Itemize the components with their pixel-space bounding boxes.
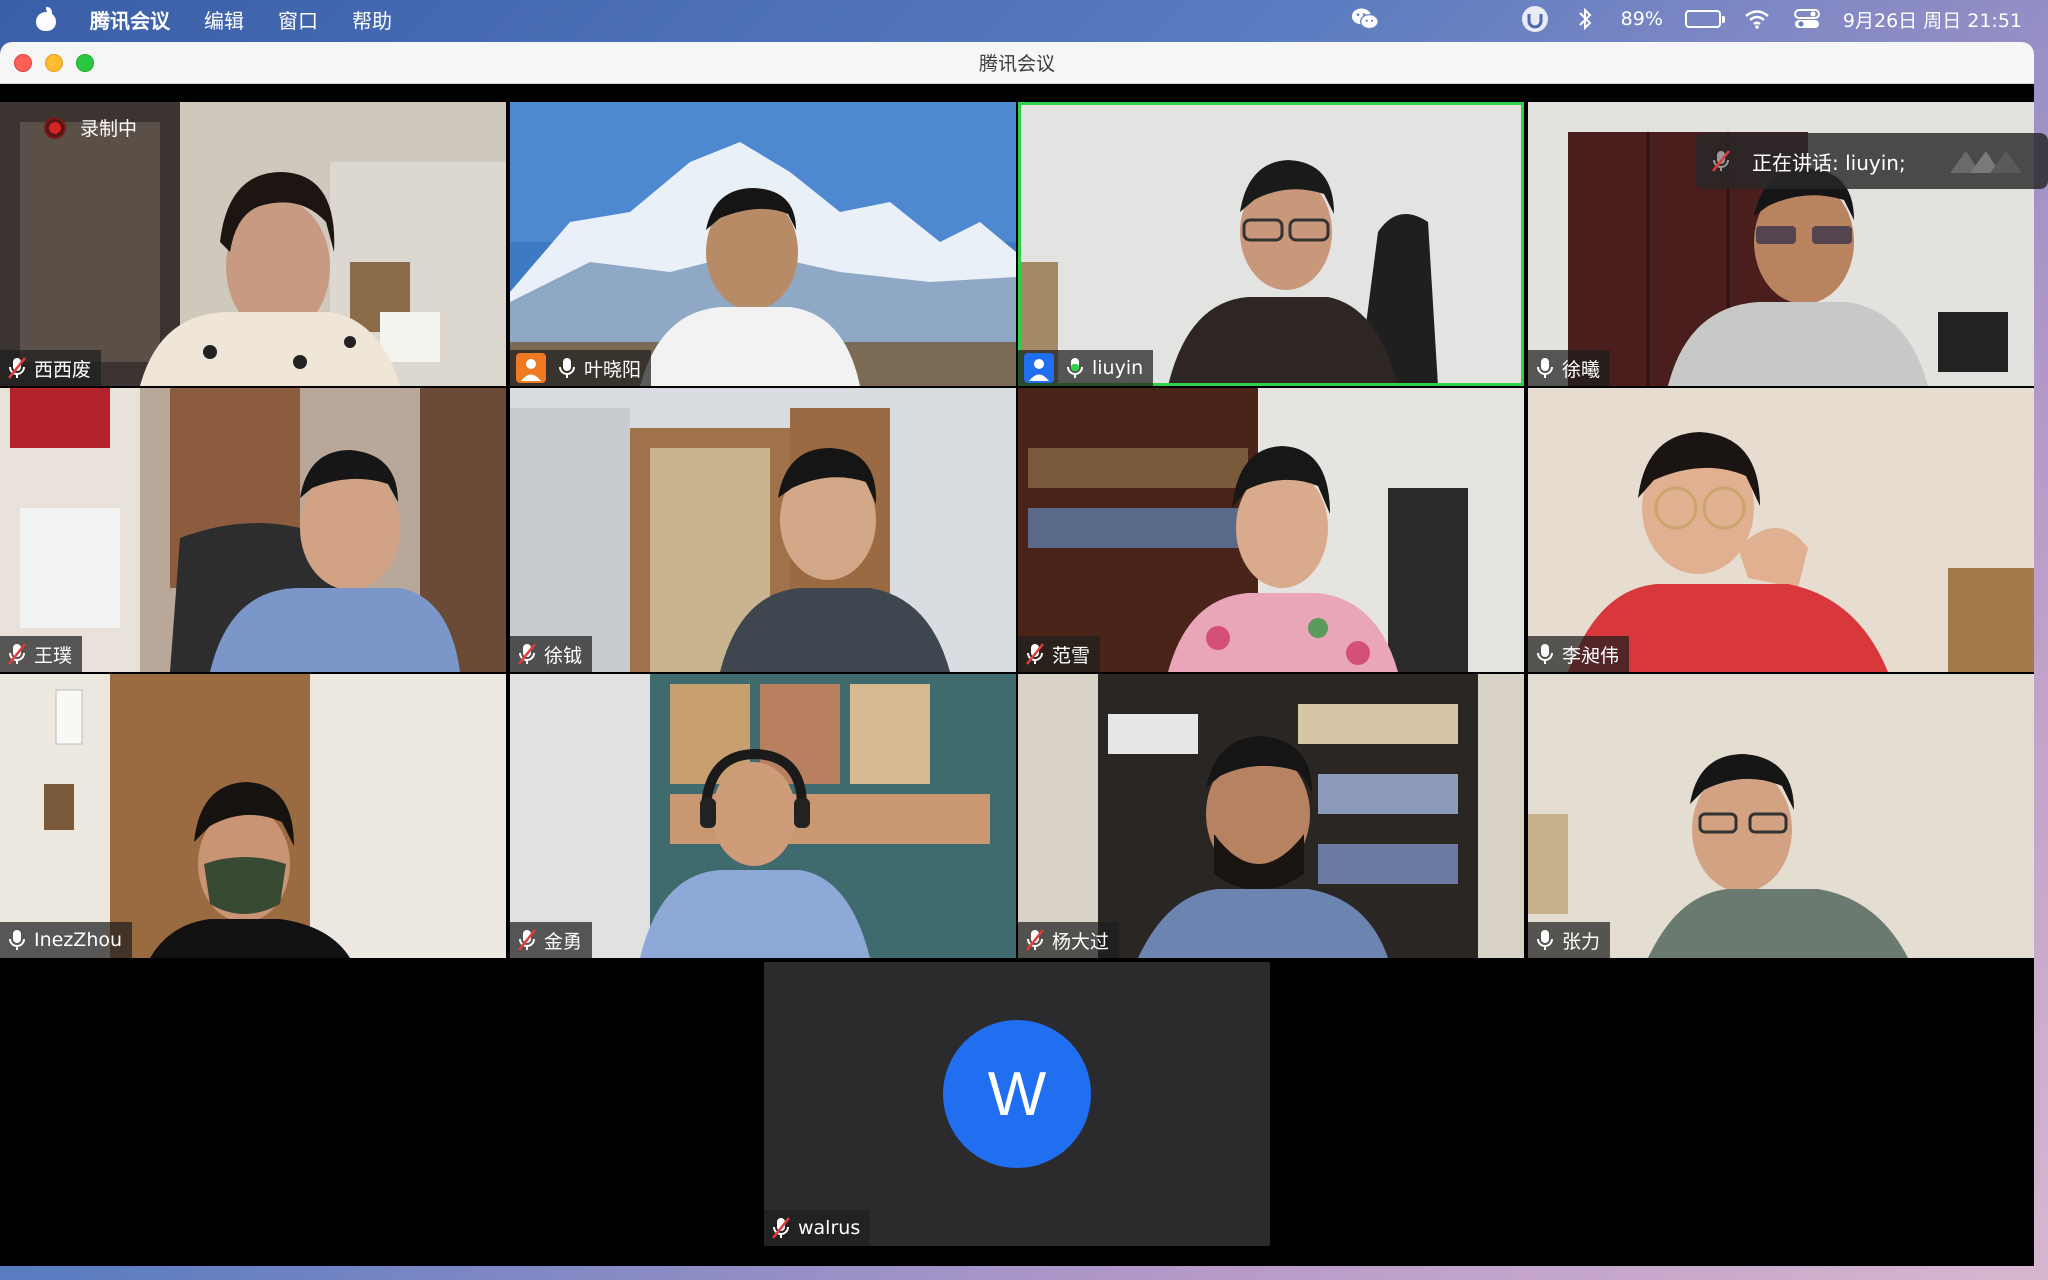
participant-label: 徐钺 bbox=[510, 636, 593, 672]
participant-label: 金勇 bbox=[510, 922, 593, 958]
participant-name: 王璞 bbox=[34, 644, 73, 667]
video-feed bbox=[1528, 388, 2034, 672]
meeting-status-icon[interactable] bbox=[1521, 6, 1549, 32]
recording-icon bbox=[44, 116, 66, 139]
menu-app-name[interactable]: 腾讯会议 bbox=[90, 5, 170, 34]
participant-name: 徐曦 bbox=[1562, 358, 1601, 381]
video-tile-wangpu[interactable]: 王璞 bbox=[0, 388, 506, 672]
video-feed bbox=[0, 388, 506, 672]
avatar-badge-icon bbox=[516, 353, 546, 383]
participant-name: 张力 bbox=[1562, 930, 1601, 953]
video-feed bbox=[510, 388, 1016, 672]
video-feed bbox=[510, 102, 1016, 386]
mic-muted-icon bbox=[1024, 928, 1046, 952]
close-window-button[interactable] bbox=[14, 54, 32, 72]
avatar-badge-icon bbox=[1024, 353, 1054, 383]
mic-muted-icon bbox=[6, 356, 28, 380]
participant-name: InezZhou bbox=[34, 929, 123, 951]
participant-label: 张力 bbox=[1528, 922, 1611, 958]
video-feed bbox=[0, 674, 506, 958]
participant-name: 徐钺 bbox=[544, 644, 583, 667]
participant-label: 叶晓阳 bbox=[510, 350, 652, 386]
participant-label: walrus bbox=[764, 1210, 871, 1246]
minimize-window-button[interactable] bbox=[45, 54, 63, 72]
mic-icon bbox=[1534, 928, 1556, 952]
control-center-icon[interactable] bbox=[1793, 7, 1821, 31]
mic-muted-icon bbox=[516, 928, 538, 952]
menu-window[interactable]: 窗口 bbox=[278, 5, 318, 34]
participant-name: 范雪 bbox=[1052, 644, 1091, 667]
participant-label: 徐曦 bbox=[1528, 350, 1611, 386]
participant-label: 李昶伟 bbox=[1528, 636, 1630, 672]
mic-icon bbox=[1534, 356, 1556, 380]
video-feed bbox=[1018, 388, 1524, 672]
video-tile-lichangwei[interactable]: 李昶伟 bbox=[1528, 388, 2034, 672]
maximize-window-button[interactable] bbox=[76, 54, 94, 72]
mic-icon bbox=[1534, 642, 1556, 666]
participant-label: 范雪 bbox=[1018, 636, 1101, 672]
participant-label: InezZhou bbox=[0, 922, 133, 958]
participant-name: 金勇 bbox=[544, 930, 583, 953]
mic-muted-icon bbox=[6, 642, 28, 666]
participant-name: walrus bbox=[798, 1217, 861, 1239]
video-feed bbox=[1018, 674, 1524, 958]
window-title: 腾讯会议 bbox=[978, 53, 1055, 75]
recording-label: 录制中 bbox=[80, 118, 138, 140]
menu-edit[interactable]: 编辑 bbox=[204, 5, 244, 34]
video-tile-inezzhou[interactable]: InezZhou bbox=[0, 674, 506, 958]
mic-muted-icon bbox=[770, 1216, 792, 1240]
menu-bar: 腾讯会议 编辑 窗口 帮助 89% 9月26日 周日 21:51 bbox=[0, 0, 2048, 38]
battery-icon[interactable] bbox=[1684, 10, 1725, 28]
tencent-meeting-logo-icon bbox=[1950, 151, 2022, 173]
participant-name: 李昶伟 bbox=[1562, 644, 1620, 667]
mic-icon bbox=[6, 928, 28, 952]
battery-percent: 89% bbox=[1620, 8, 1663, 30]
bluetooth-icon[interactable] bbox=[1571, 7, 1599, 31]
video-tile-liuyin[interactable]: liuyin bbox=[1018, 102, 1524, 386]
video-tile-jinyong[interactable]: 金勇 bbox=[510, 674, 1016, 958]
mic-muted-icon bbox=[516, 642, 538, 666]
clock[interactable]: 9月26日 周日 21:51 bbox=[1843, 6, 2022, 33]
menu-help[interactable]: 帮助 bbox=[352, 5, 392, 34]
participant-name: 西西废 bbox=[34, 358, 92, 381]
wechat-icon[interactable] bbox=[1351, 7, 1379, 31]
recording-indicator[interactable]: 录制中 bbox=[44, 114, 137, 141]
participant-label: 王璞 bbox=[0, 636, 83, 672]
participant-name: liuyin bbox=[1092, 357, 1144, 379]
mic-muted-icon bbox=[1710, 149, 1732, 173]
video-tile-yangdaguo[interactable]: 杨大过 bbox=[1018, 674, 1524, 958]
mic-speaking-icon bbox=[1064, 356, 1086, 380]
participant-label: liuyin bbox=[1018, 350, 1154, 386]
participant-name: 杨大过 bbox=[1052, 930, 1110, 953]
mic-icon bbox=[556, 356, 578, 380]
participant-avatar: W bbox=[943, 1020, 1091, 1168]
video-tile-xuyue[interactable]: 徐钺 bbox=[510, 388, 1016, 672]
video-feed bbox=[510, 674, 1016, 958]
speaking-banner: 正在讲话: liuyin; bbox=[1696, 133, 2048, 189]
participant-label: 杨大过 bbox=[1018, 922, 1120, 958]
video-tile-yexiaoyang[interactable]: 叶晓阳 bbox=[510, 102, 1016, 386]
video-feed bbox=[0, 102, 506, 386]
video-tile-xixifei[interactable]: 西西废 bbox=[0, 102, 506, 386]
mic-muted-icon bbox=[1024, 642, 1046, 666]
video-feed bbox=[1018, 102, 1524, 386]
wifi-icon[interactable] bbox=[1743, 7, 1771, 31]
apple-menu-icon[interactable] bbox=[36, 7, 56, 31]
title-bar[interactable]: 腾讯会议 bbox=[0, 42, 2034, 84]
participant-name: 叶晓阳 bbox=[584, 358, 642, 381]
video-tile-zhangli[interactable]: 张力 bbox=[1528, 674, 2034, 958]
participant-label: 西西废 bbox=[0, 350, 102, 386]
video-tile-fanxue[interactable]: 范雪 bbox=[1018, 388, 1524, 672]
video-feed bbox=[1528, 674, 2034, 958]
speaking-text: 正在讲话: liuyin; bbox=[1752, 150, 1906, 175]
